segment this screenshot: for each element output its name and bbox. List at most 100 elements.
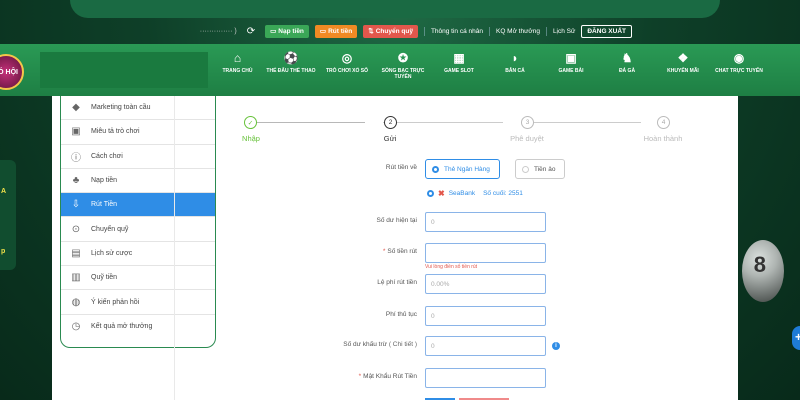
- nav-label: TRÒ CHƠI XỔ SỐ: [325, 68, 369, 74]
- refresh-icon[interactable]: ⟳: [247, 26, 255, 37]
- deposit-label: Nạp tiền: [278, 27, 304, 35]
- sidebar-item-label: Miêu tả trò chơi: [91, 128, 140, 136]
- password-label-text: Mật Khẩu Rút Tiền: [363, 373, 417, 380]
- current-balance-field: 0: [425, 212, 546, 232]
- amount-error: Vui lòng điền số tiền rút: [425, 264, 478, 270]
- radio-unselected-icon: [522, 165, 529, 173]
- amount-label: * Số tiền rút: [383, 248, 417, 255]
- withdraw-password-row: * Mật Khẩu Rút Tiền: [175, 368, 735, 388]
- step-2-label: Gửi: [383, 134, 397, 143]
- withdraw-button[interactable]: ▭ Rút tiền: [314, 24, 358, 38]
- nav-item-sports[interactable]: ⚽ THỂ ĐẤU THỂ THAO: [263, 52, 319, 81]
- logout-button[interactable]: ĐĂNG XUẤT: [581, 24, 632, 38]
- current-balance-label: Số dư hiện tại: [376, 217, 418, 224]
- nav-item-home[interactable]: ⌂ TRANG CHỦ: [212, 52, 263, 81]
- crypto-option[interactable]: Tiền ảo: [515, 159, 565, 179]
- fee-label: Lệ phí rút tiền: [377, 279, 417, 286]
- transfer-label: Chuyển quỹ: [375, 27, 413, 35]
- amount-row: * Số tiền rút: [175, 243, 735, 263]
- nav-item-cards[interactable]: ▣ GAME BÀI: [543, 52, 599, 81]
- piggy-bank-icon: ♣: [72, 175, 80, 187]
- history-link[interactable]: Lịch Sử: [553, 28, 575, 35]
- radio-selected-icon: [432, 165, 439, 173]
- sidebar-item-label: Lịch sử cược: [91, 249, 133, 257]
- fee-field: 0.00%: [425, 274, 546, 294]
- withdraw-label: Rút tiền: [328, 27, 353, 35]
- fee-row: Lệ phí rút tiền 0.00%: [175, 274, 735, 294]
- transfer-button[interactable]: ⇅ Chuyển quỹ: [363, 24, 418, 38]
- deduct-label-text: Số dư khấu trừ: [343, 341, 388, 348]
- gift-icon: ❖: [677, 51, 689, 65]
- nav-item-casino[interactable]: ✪ SÒNG BẠC TRỰC TUYẾN: [375, 52, 431, 81]
- lottery-icon: ◎: [341, 51, 353, 65]
- sidebar-item-label: Cách chơi: [91, 152, 123, 160]
- main-nav: RÓ HỘI ⌂ TRANG CHỦ ⚽ THỂ ĐẤU THỂ THAO ◎ TRÒ…: [0, 44, 800, 96]
- required-mark: *: [382, 248, 386, 255]
- nav-item-cockfight[interactable]: ♞ ĐÁ GÀ: [599, 52, 655, 81]
- card-icon: ▭: [319, 28, 327, 35]
- handling-fee-row: Phí thủ tục 0: [175, 306, 735, 326]
- nav-label: SÒNG BẠC TRỰC TUYẾN: [381, 68, 425, 80]
- nav-label: ĐÁ GÀ: [618, 68, 636, 74]
- nav-label: GAME BÀI: [558, 68, 584, 74]
- selected-bank[interactable]: ✖ SeaBank Số cuối: 2551: [427, 189, 523, 198]
- withdraw-method-row: Rút tiền về Thẻ Ngân Hàng Tiền ảo: [175, 159, 735, 179]
- step-4-circle: 4: [657, 116, 670, 129]
- step-1-label: Nhập: [242, 134, 260, 143]
- deduct-balance-row: Số dư khấu trừ ( Chi tiết ) 0 i: [175, 336, 735, 356]
- required-mark: *: [358, 373, 362, 380]
- deduct-balance-label: Số dư khấu trừ ( Chi tiết ): [343, 341, 417, 348]
- current-balance-row: Số dư hiện tại 0: [175, 212, 735, 232]
- nav-items: ⌂ TRANG CHỦ ⚽ THỂ ĐẤU THỂ THAO ◎ TRÒ CHƠI X…: [212, 52, 767, 81]
- clock-icon: ◷: [71, 321, 81, 333]
- nav-item-promo[interactable]: ❖ KHUYẾN MÃI: [655, 52, 711, 81]
- fish-icon: ◗: [511, 51, 519, 65]
- diamond-icon: ◆: [72, 102, 80, 114]
- nav-item-fishing[interactable]: ◗ BẮN CÁ: [487, 52, 543, 81]
- bank-card-option[interactable]: Thẻ Ngân Hàng: [425, 159, 500, 179]
- sidebar-item-label: Nạp tiền: [91, 177, 118, 185]
- nav-label: GAME SLOT: [444, 68, 474, 74]
- handling-fee-label: Phí thủ tục: [385, 311, 417, 318]
- history-icon: ▤: [71, 247, 81, 259]
- profile-link[interactable]: Thông tin cá nhân: [431, 28, 483, 35]
- progress-steps: ✓ Nhập 2 Gửi 3 Phê duyệt 4 Hoàn thành: [229, 114, 682, 144]
- nav-banner-area: [40, 52, 208, 88]
- nav-item-slot[interactable]: ▦ GAME SLOT: [431, 52, 487, 81]
- gamepad-icon: ▣: [71, 126, 81, 138]
- withdraw-content: ✓ Nhập 2 Gửi 3 Phê duyệt 4 Hoàn thành Rú…: [174, 96, 738, 400]
- nav-label: THỂ ĐẤU THỂ THAO: [266, 68, 316, 74]
- nav-label: BẮN CÁ: [505, 68, 525, 74]
- card-icon: ▭: [270, 28, 277, 35]
- deposit-button[interactable]: ▭ Nạp tiền: [265, 24, 309, 38]
- nav-item-chat[interactable]: ◉ CHAT TRỰC TUYẾN: [711, 52, 767, 81]
- details-link[interactable]: ( Chi tiết ): [389, 341, 417, 348]
- amount-input[interactable]: [425, 243, 546, 263]
- step-3-label: Phê duyệt: [510, 134, 544, 143]
- step-3-circle: 3: [521, 116, 534, 129]
- soccer-ball-icon: ⚽: [283, 51, 299, 65]
- nav-item-lottery[interactable]: ◎ TRÒ CHƠI XỔ SỐ: [319, 52, 375, 81]
- site-logo[interactable]: RÓ HỘI: [0, 54, 24, 90]
- sidebar-item-label: Marketing toàn cầu: [91, 104, 151, 112]
- promo-letter: A: [1, 188, 7, 195]
- step-1-check-icon: ✓: [244, 116, 257, 129]
- divider: [488, 26, 490, 36]
- withdraw-password-input[interactable]: [425, 368, 546, 388]
- gamepad-icon: ▣: [565, 51, 577, 65]
- floating-action-button[interactable]: [792, 326, 800, 350]
- casino-chip-icon: ✪: [397, 51, 409, 65]
- account-panel: ◆ Marketing toàn cầu ▣ Miêu tả trò chơi ⓘ C…: [52, 96, 738, 400]
- withdraw-icon: ⇩: [71, 199, 81, 211]
- step-2-circle: 2: [384, 116, 397, 129]
- bank-name: SeaBank: [448, 190, 476, 197]
- info-icon[interactable]: i: [552, 342, 560, 350]
- results-link[interactable]: KQ Mở thưởng: [496, 28, 540, 35]
- side-promo-tab[interactable]: A p: [0, 160, 16, 270]
- comment-icon: ◍: [71, 296, 81, 308]
- sidebar-item-label: Chuyển quỹ: [91, 225, 129, 233]
- withdraw-password-label: * Mật Khẩu Rút Tiền: [359, 373, 417, 380]
- top-bar: ·············· ) ⟳ ▭ Nạp tiền ▭ Rút tiền ⇅…: [0, 20, 800, 42]
- username-masked: ·············· ): [199, 27, 237, 35]
- promo-letter: p: [1, 248, 6, 255]
